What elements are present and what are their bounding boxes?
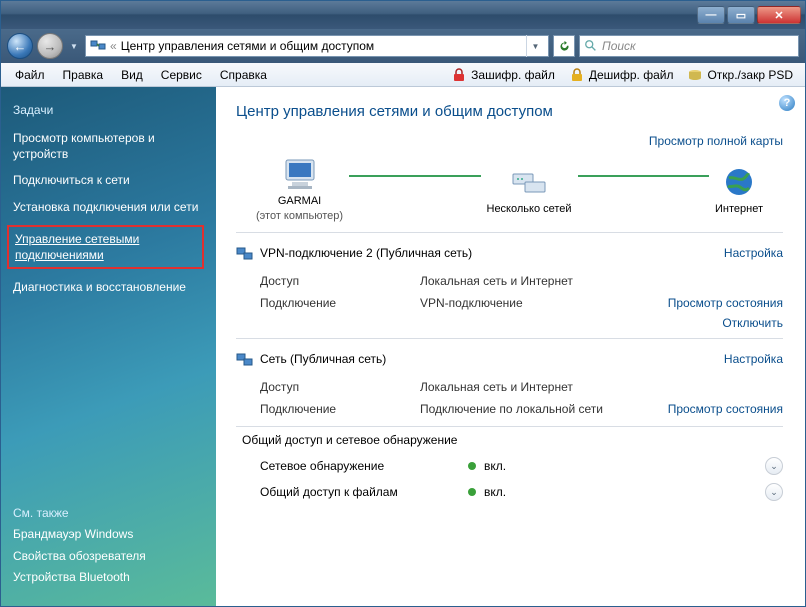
node-internet: Интернет: [715, 166, 763, 215]
menu-view[interactable]: Вид: [113, 66, 151, 84]
status-dot-on-icon: [468, 488, 476, 496]
lan-view-status-link[interactable]: Просмотр состояния: [656, 402, 783, 416]
sidebar-task-connect[interactable]: Подключиться к сети: [13, 172, 204, 188]
network-map: GARMAI (этот компьютер) Несколько сетей …: [236, 154, 783, 232]
titlebar: — ▭ ✕: [1, 1, 805, 29]
breadcrumb-sep: «: [110, 39, 117, 53]
minimize-button[interactable]: —: [697, 6, 725, 24]
menu-edit[interactable]: Правка: [55, 66, 112, 84]
sidebar-task-setup-connection[interactable]: Установка подключения или сети: [13, 199, 204, 215]
see-also-header: См. также: [13, 506, 204, 520]
lock-red-icon: [451, 67, 467, 83]
see-also-section: См. также Брандмауэр Windows Свойства об…: [13, 500, 204, 590]
section-lan-configure[interactable]: Настройка: [724, 352, 783, 366]
section-vpn-configure[interactable]: Настройка: [724, 246, 783, 260]
sidebar-task-manage-connections[interactable]: Управление сетевыми подключениями: [7, 225, 204, 269]
computer-icon: [280, 158, 320, 192]
window-controls: — ▭ ✕: [697, 6, 801, 24]
node-networks-label: Несколько сетей: [487, 203, 572, 215]
vpn-network-icon: [236, 244, 254, 262]
sidebar-task-diagnose[interactable]: Диагностика и восстановление: [13, 279, 204, 295]
network-center-icon: [90, 38, 106, 54]
node-computer-sub: (этот компьютер): [256, 210, 343, 222]
share-row-files: Общий доступ к файлам вкл. ⌄: [236, 479, 783, 505]
nav-history-dropdown[interactable]: ▼: [67, 33, 81, 59]
lan-row-access: Доступ Локальная сеть и Интернет: [236, 376, 783, 398]
sidebar: Задачи Просмотр компьютеров и устройств …: [1, 87, 216, 606]
lan-row-connection: Подключение Подключение по локальной сет…: [236, 398, 783, 420]
forward-button[interactable]: →: [37, 33, 63, 59]
see-also-internet-options[interactable]: Свойства обозревателя: [13, 548, 204, 564]
address-bar[interactable]: « Центр управления сетями и общим доступ…: [85, 35, 549, 57]
disk-icon: [687, 67, 703, 83]
see-also-firewall[interactable]: Брандмауэр Windows: [13, 526, 204, 542]
search-box[interactable]: Поиск: [579, 35, 799, 57]
node-computer-name: GARMAI: [278, 195, 321, 207]
window: — ▭ ✕ ← → ▼ « Центр управления сетями и …: [0, 0, 806, 607]
sharing-header: Общий доступ и сетевое обнаружение: [242, 433, 457, 447]
search-icon: [584, 39, 598, 53]
maximize-button[interactable]: ▭: [727, 6, 755, 24]
section-lan: Сеть (Публичная сеть) Настройка Доступ Л…: [236, 338, 783, 426]
lan-network-icon: [236, 350, 254, 368]
see-also-bluetooth[interactable]: Устройства Bluetooth: [13, 569, 204, 585]
address-text: Центр управления сетями и общим доступом: [121, 39, 375, 53]
node-this-computer: GARMAI (этот компьютер): [256, 158, 343, 222]
menu-file[interactable]: Файл: [7, 66, 53, 84]
wire-2: [578, 175, 709, 177]
menu-help[interactable]: Справка: [212, 66, 275, 84]
refresh-button[interactable]: [553, 35, 575, 57]
sidebar-task-view-computers[interactable]: Просмотр компьютеров и устройств: [13, 130, 204, 162]
status-dot-on-icon: [468, 462, 476, 470]
help-button[interactable]: ?: [779, 95, 795, 111]
menu-tools[interactable]: Сервис: [153, 66, 210, 84]
search-placeholder: Поиск: [602, 39, 636, 53]
vpn-row-connection: Подключение VPN-подключение Просмотр сос…: [236, 292, 783, 314]
page-title: Центр управления сетями и общим доступом: [236, 103, 783, 120]
navigation-bar: ← → ▼ « Центр управления сетями и общим …: [1, 29, 805, 63]
globe-icon: [719, 166, 759, 200]
tasks-header: Задачи: [13, 103, 204, 117]
view-full-map-link[interactable]: Просмотр полной карты: [649, 134, 783, 148]
section-vpn-title: VPN-подключение 2 (Публичная сеть): [260, 246, 718, 260]
open-close-psd-button[interactable]: Откр./закр PSD: [681, 65, 799, 85]
vpn-row-access: Доступ Локальная сеть и Интернет: [236, 270, 783, 292]
encrypt-file-button[interactable]: Зашифр. файл: [445, 65, 561, 85]
back-button[interactable]: ←: [7, 33, 33, 59]
node-networks: Несколько сетей: [487, 166, 572, 215]
vpn-disconnect-link[interactable]: Отключить: [722, 316, 783, 330]
address-dropdown[interactable]: ▼: [526, 35, 544, 57]
vpn-view-status-link[interactable]: Просмотр состояния: [656, 296, 783, 310]
menubar: Файл Правка Вид Сервис Справка Зашифр. ф…: [1, 63, 805, 87]
sharing-header-row: Общий доступ и сетевое обнаружение: [236, 426, 783, 453]
router-icon: [509, 166, 549, 200]
main-content: ? Центр управления сетями и общим доступ…: [216, 87, 805, 606]
share-row-discovery: Сетевое обнаружение вкл. ⌄: [236, 453, 783, 479]
wire-1: [349, 175, 480, 177]
node-internet-label: Интернет: [715, 203, 763, 215]
expand-files-button[interactable]: ⌄: [765, 483, 783, 501]
body: Задачи Просмотр компьютеров и устройств …: [1, 87, 805, 606]
section-lan-title: Сеть (Публичная сеть): [260, 352, 718, 366]
close-button[interactable]: ✕: [757, 6, 801, 24]
section-vpn: VPN-подключение 2 (Публичная сеть) Настр…: [236, 232, 783, 338]
lock-yellow-icon: [569, 67, 585, 83]
expand-discovery-button[interactable]: ⌄: [765, 457, 783, 475]
decrypt-file-button[interactable]: Дешифр. файл: [563, 65, 680, 85]
